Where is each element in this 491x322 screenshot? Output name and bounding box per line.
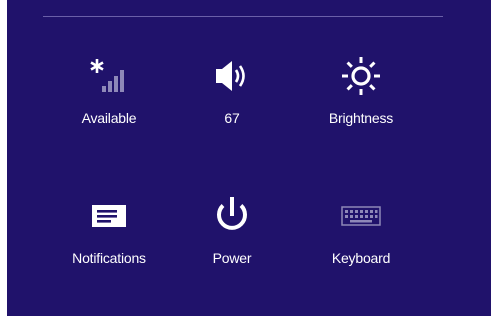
brightness-icon: [339, 54, 383, 98]
notifications-tile[interactable]: Notifications: [49, 194, 169, 290]
brightness-tile[interactable]: Brightness: [301, 54, 421, 150]
power-label: Power: [212, 250, 252, 266]
volume-tile[interactable]: 67: [172, 54, 292, 150]
network-tile[interactable]: Available: [49, 54, 169, 150]
network-label: Available: [81, 110, 137, 126]
volume-label: 67: [224, 110, 240, 126]
settings-panel: Available 67 Brightness Notifications Po…: [7, 0, 491, 316]
keyboard-label: Keyboard: [331, 250, 391, 266]
notifications-icon: [87, 194, 131, 238]
network-signal-icon: [84, 54, 134, 98]
speaker-icon: [210, 54, 254, 98]
notifications-label: Notifications: [72, 250, 146, 266]
keyboard-icon: [336, 194, 386, 238]
keyboard-tile[interactable]: Keyboard: [301, 194, 421, 290]
power-icon: [210, 194, 254, 238]
brightness-label: Brightness: [328, 110, 394, 126]
divider: [43, 16, 443, 17]
power-tile[interactable]: Power: [172, 194, 292, 290]
